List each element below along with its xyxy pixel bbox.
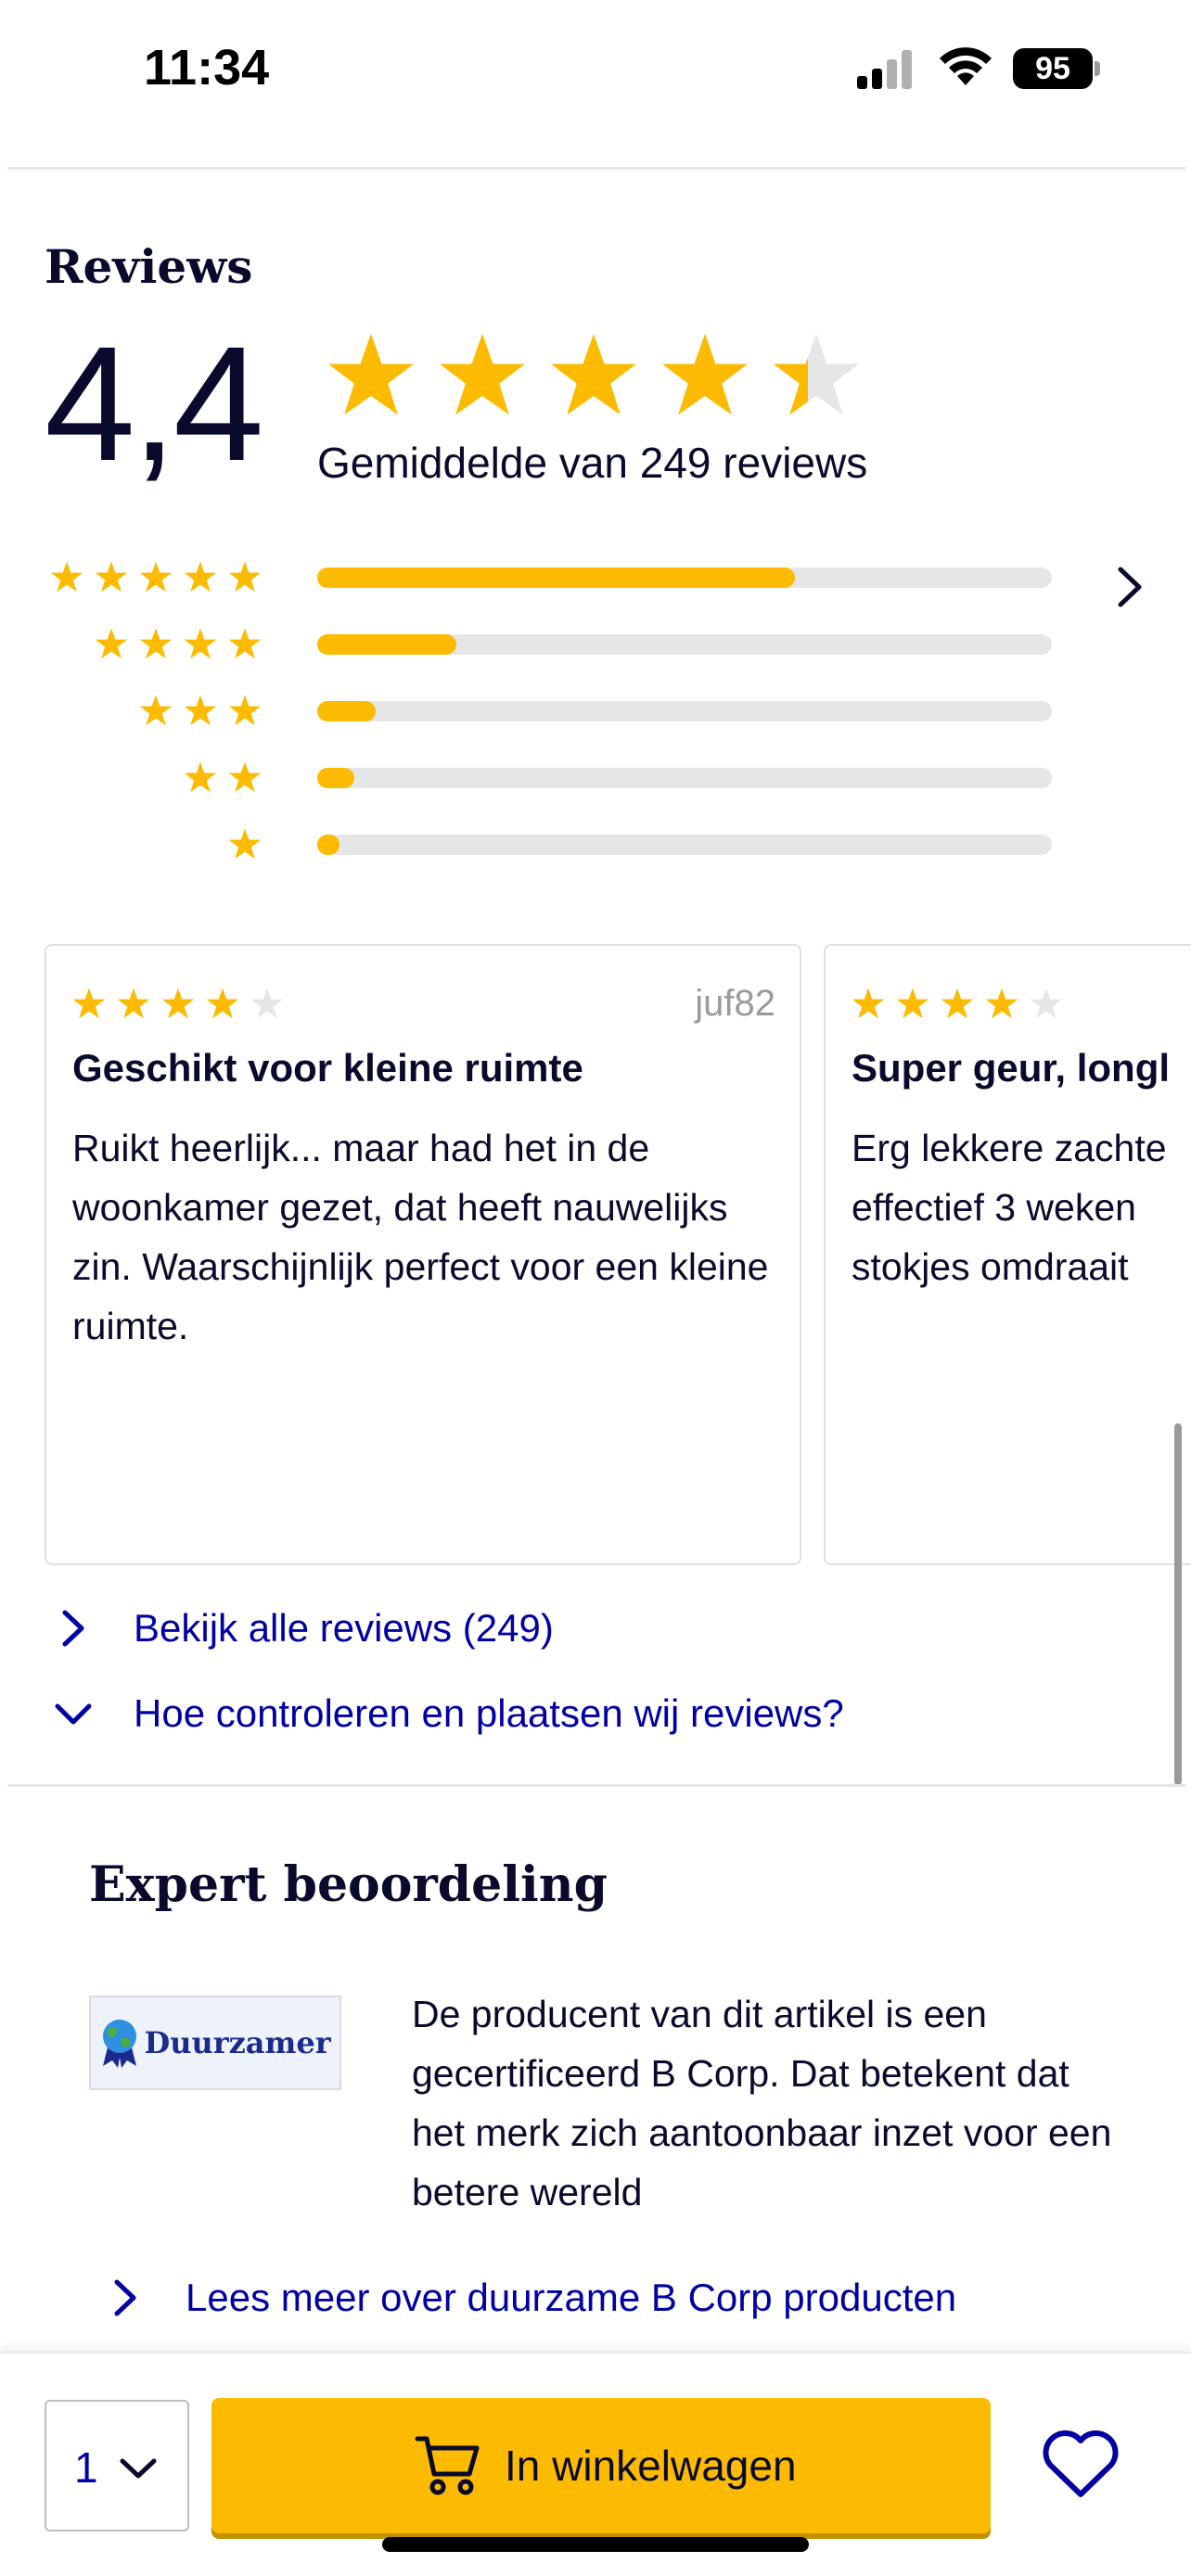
- distribution-stars: [184, 761, 262, 793]
- distribution-bar-fill: [317, 701, 377, 721]
- average-score: 4,4: [45, 313, 264, 495]
- distribution-bar-track: [317, 701, 1052, 721]
- distribution-row[interactable]: [0, 825, 1191, 862]
- star-icon: [896, 988, 929, 1019]
- star-icon: [773, 333, 860, 415]
- star-icon: [50, 561, 83, 593]
- distribution-row[interactable]: [0, 625, 1191, 662]
- home-indicator: [382, 2537, 809, 2552]
- distribution-bar-fill: [317, 567, 795, 588]
- distribution-row[interactable]: [0, 759, 1191, 796]
- chevron-right-icon: [62, 1610, 84, 1647]
- average-stars: [327, 333, 860, 415]
- b-corp-link-text: Lees meer over duurzame B Corp producten: [186, 2276, 957, 2319]
- all-reviews-link-text: Bekijk alle reviews (249): [134, 1606, 554, 1650]
- review-body: Ruikt heerlijk... maar had het in de woo…: [72, 1127, 769, 1347]
- quantity-value: 1: [74, 2443, 98, 2492]
- star-icon: [72, 988, 106, 1019]
- average-caption: Gemiddelde van 249 reviews: [317, 439, 868, 487]
- battery-level: 95: [1013, 48, 1093, 89]
- star-icon: [550, 333, 637, 415]
- distribution-row[interactable]: [0, 558, 1191, 595]
- star-icon: [117, 988, 150, 1019]
- review-body: Erg lekkere zachte effectief 3 weken sto…: [852, 1127, 1167, 1288]
- distribution-bar-fill: [317, 835, 339, 855]
- star-icon: [161, 988, 195, 1019]
- star-icon: [95, 628, 128, 659]
- review-title: Geschikt voor kleine ruimte: [72, 1046, 583, 1090]
- distribution-bar-track: [317, 634, 1052, 655]
- distribution-bar-track: [317, 768, 1052, 788]
- star-icon: [941, 988, 974, 1019]
- expert-title: Expert beoordeling: [89, 1856, 608, 1913]
- star-icon: [228, 695, 262, 726]
- review-rating-stars: [72, 988, 284, 1019]
- review-rating-stars: [852, 988, 1063, 1019]
- distribution-stars: [228, 828, 262, 860]
- star-icon: [184, 761, 217, 793]
- status-bar: 11:34 95: [0, 0, 1191, 139]
- star-icon: [228, 828, 262, 860]
- star-icon: [206, 988, 239, 1019]
- review-title: Super geur, longl: [852, 1046, 1171, 1090]
- star-icon: [228, 628, 262, 659]
- all-reviews-link[interactable]: Bekijk alle reviews (249): [52, 1600, 554, 1656]
- status-time: 11:34: [144, 40, 270, 96]
- badge-label: Duurzamer: [144, 2025, 331, 2060]
- signal-icon: [857, 50, 912, 89]
- chevron-down-icon: [120, 2458, 157, 2479]
- top-divider: [7, 167, 1185, 170]
- star-icon: [184, 695, 217, 726]
- distribution-bar-track: [317, 567, 1052, 588]
- review-card[interactable]: juf82 Geschikt voor kleine ruimte Ruikt …: [45, 944, 801, 1565]
- cart-icon: [415, 2436, 480, 2495]
- wifi-icon: [940, 47, 992, 85]
- chevron-down-icon: [55, 1703, 92, 1725]
- star-icon: [184, 561, 217, 593]
- distribution-stars: [50, 561, 262, 593]
- review-author: juf82: [695, 983, 775, 1024]
- heart-icon[interactable]: [1041, 2428, 1121, 2502]
- distribution-bar-fill: [317, 634, 457, 655]
- star-icon: [228, 761, 262, 793]
- expert-text: De producent van dit artikel is een gece…: [412, 1993, 1112, 2213]
- b-corp-link[interactable]: Lees meer over duurzame B Corp producten: [104, 2270, 956, 2326]
- star-icon: [95, 561, 128, 593]
- star-icon: [228, 561, 262, 593]
- review-card[interactable]: Super geur, longl Erg lekkere zachte eff…: [824, 944, 1191, 1565]
- distribution-stars: [139, 695, 262, 726]
- star-icon: [139, 695, 173, 726]
- review-policy-link[interactable]: Hoe controleren en plaatsen wij reviews?: [52, 1686, 844, 1741]
- star-icon: [139, 628, 173, 659]
- scrollbar[interactable]: [1174, 1423, 1182, 1785]
- review-policy-link-text: Hoe controleren en plaatsen wij reviews?: [134, 1691, 844, 1735]
- star-icon: [184, 628, 217, 659]
- star-icon: [139, 561, 173, 593]
- star-icon: [250, 988, 284, 1019]
- distribution-bar-fill: [317, 768, 354, 788]
- distribution-bar-track: [317, 835, 1052, 855]
- quantity-select[interactable]: 1: [45, 2400, 189, 2531]
- chevron-right-icon: [114, 2279, 136, 2316]
- globe-ribbon-icon: [103, 2020, 137, 2068]
- star-icon: [327, 333, 415, 415]
- add-to-cart-button[interactable]: In winkelwagen: [211, 2398, 991, 2533]
- section-divider: [7, 1784, 1185, 1787]
- sustainability-badge: Duurzamer: [89, 1996, 341, 2090]
- add-to-cart-label: In winkelwagen: [505, 2442, 797, 2490]
- star-icon: [439, 333, 526, 415]
- distribution-stars: [95, 628, 262, 659]
- star-icon: [661, 333, 749, 415]
- chevron-right-icon[interactable]: [1111, 564, 1148, 610]
- reviews-title: Reviews: [45, 239, 253, 294]
- star-icon: [852, 988, 885, 1019]
- star-icon: [985, 988, 1018, 1019]
- distribution-row[interactable]: [0, 692, 1191, 729]
- battery-tip: [1095, 61, 1100, 76]
- battery-icon: 95: [1013, 48, 1102, 91]
- star-icon: [1030, 988, 1063, 1019]
